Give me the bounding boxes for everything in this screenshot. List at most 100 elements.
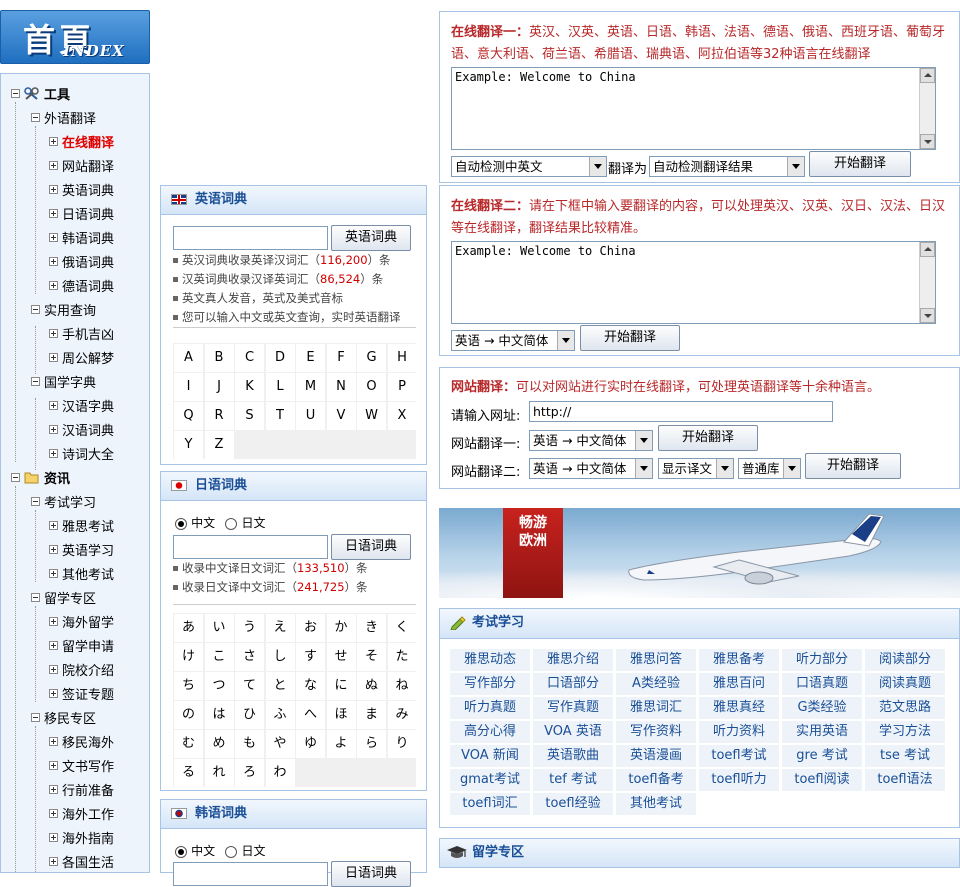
english-dict-button[interactable]: 英语词典 [331,225,411,251]
char-cell[interactable]: と [265,672,295,700]
webtrans2-display-select[interactable]: 显示译文 [658,458,734,479]
char-cell[interactable]: F [326,344,356,372]
char-cell[interactable]: ろ [235,759,264,787]
exam-link[interactable]: 阅读部分 [865,649,945,671]
char-cell[interactable]: Q [174,402,203,430]
expand-icon[interactable] [49,329,58,338]
char-cell[interactable]: く [387,614,417,642]
tree-item-13[interactable]: 汉语字典 [49,398,114,418]
char-cell[interactable]: も [235,730,264,758]
char-cell[interactable]: T [265,402,295,430]
translate2-textarea[interactable]: Example: Welcome to China [451,241,936,324]
tree-item-30[interactable]: 海外工作 [49,806,114,826]
scroll-down-icon[interactable] [920,134,935,149]
tree-item-20[interactable]: 其他考试 [49,566,114,586]
tree-item-14[interactable]: 汉语词典 [49,422,114,442]
english-search-input[interactable] [173,226,328,250]
char-cell[interactable]: N [326,373,356,401]
expand-icon[interactable] [49,665,58,674]
translate1-scrollbar[interactable] [919,68,935,149]
exam-link[interactable]: tef 考试 [533,769,613,791]
tree-item-22[interactable]: 海外留学 [49,614,114,634]
webtrans1-select[interactable]: 英语 → 中文简体 [529,430,653,451]
exam-link[interactable]: 听力真题 [450,697,530,719]
expand-icon[interactable] [49,641,58,650]
expand-icon[interactable] [49,785,58,794]
expand-icon[interactable] [49,281,58,290]
korean-search-input[interactable] [173,862,328,886]
exam-link[interactable]: G类经验 [782,697,862,719]
char-cell[interactable]: の [174,701,203,729]
translate1-start-button[interactable]: 开始翻译 [809,151,911,177]
collapse-icon[interactable] [31,497,40,506]
char-cell[interactable]: つ [204,672,234,700]
char-cell[interactable]: お [296,614,325,642]
tree-item-21[interactable]: 留学专区 [31,590,96,610]
tree-item-24[interactable]: 院校介绍 [49,662,114,682]
expand-icon[interactable] [49,449,58,458]
expand-icon[interactable] [49,809,58,818]
tree-item-28[interactable]: 文书写作 [49,758,114,778]
char-cell[interactable]: D [265,344,295,372]
exam-link[interactable]: gre 考试 [782,745,862,767]
expand-icon[interactable] [49,737,58,746]
exam-link[interactable]: 口语部分 [533,673,613,695]
collapse-icon[interactable] [31,305,40,314]
char-cell[interactable]: は [204,701,234,729]
expand-icon[interactable] [49,857,58,866]
char-cell[interactable]: せ [326,643,356,671]
exam-link[interactable]: 学习方法 [865,721,945,743]
char-cell[interactable]: ぬ [357,672,386,700]
tree-item-2[interactable]: 在线翻译 [49,134,114,154]
exam-link[interactable]: toefl备考 [616,769,696,791]
tree-item-23[interactable]: 留学申请 [49,638,114,658]
char-cell[interactable]: B [204,344,234,372]
scroll-down-icon[interactable] [920,308,935,323]
expand-icon[interactable] [49,521,58,530]
char-cell[interactable]: A [174,344,203,372]
char-cell[interactable]: E [296,344,325,372]
char-cell[interactable]: き [357,614,386,642]
tree-item-19[interactable]: 英语学习 [49,542,114,562]
char-cell[interactable]: Z [204,431,234,459]
expand-icon[interactable] [49,617,58,626]
expand-icon[interactable] [49,209,58,218]
char-cell[interactable]: あ [174,614,203,642]
collapse-icon[interactable] [31,377,40,386]
char-cell[interactable]: ふ [265,701,295,729]
tree-item-7[interactable]: 俄语词典 [49,254,114,274]
expand-icon[interactable] [49,257,58,266]
tree-item-8[interactable]: 德语词典 [49,278,114,298]
korean-dict-button[interactable]: 日语词典 [331,861,411,887]
char-cell[interactable]: O [357,373,386,401]
webtrans2-start-button[interactable]: 开始翻译 [805,453,901,479]
char-cell[interactable]: わ [265,759,295,787]
char-cell[interactable]: ね [387,672,417,700]
translate1-target-select[interactable]: 自动检测翻译结果 [649,156,805,177]
expand-icon[interactable] [49,185,58,194]
char-cell[interactable]: ら [357,730,386,758]
tree-item-11[interactable]: 周公解梦 [49,350,114,370]
exam-link[interactable]: toefl考试 [699,745,779,767]
char-cell[interactable]: K [235,373,264,401]
char-cell[interactable]: ゆ [296,730,325,758]
char-cell[interactable]: M [296,373,325,401]
tree-item-29[interactable]: 行前准备 [49,782,114,802]
expand-icon[interactable] [49,689,58,698]
collapse-icon[interactable] [11,89,20,98]
char-cell[interactable]: む [174,730,203,758]
char-cell[interactable]: な [296,672,325,700]
collapse-icon[interactable] [31,113,40,122]
expand-icon[interactable] [49,353,58,362]
char-cell[interactable]: L [265,373,295,401]
char-cell[interactable]: ほ [326,701,356,729]
home-logo[interactable]: 首頁 INDEX [0,10,150,64]
char-cell[interactable]: W [357,402,386,430]
char-cell[interactable]: R [204,402,234,430]
char-cell[interactable]: S [235,402,264,430]
translate1-source-select[interactable]: 自动检测中英文 [451,156,607,177]
jp-radio-japanese[interactable] [225,517,238,530]
tree-item-1[interactable]: 外语翻译 [31,110,96,130]
char-cell[interactable]: り [387,730,417,758]
char-cell[interactable]: や [265,730,295,758]
